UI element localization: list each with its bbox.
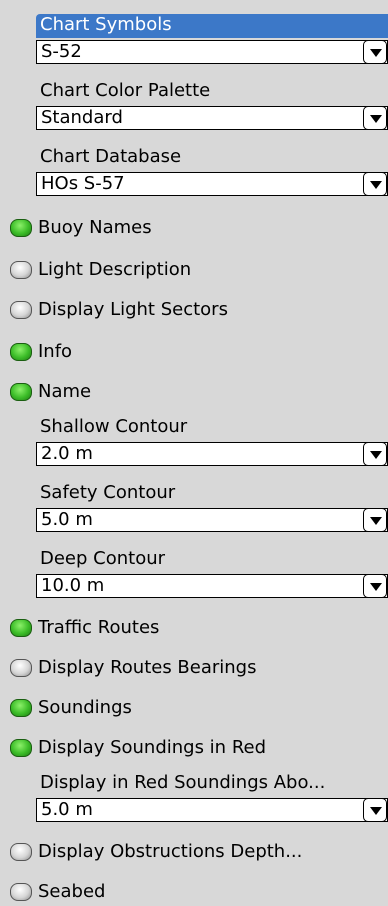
seabed-toggle[interactable]: Seabed xyxy=(0,878,388,906)
chart-database-dropdown[interactable]: HOs S-57 xyxy=(36,172,388,196)
red-soundings-above-dropdown[interactable]: 5.0 m xyxy=(36,798,388,822)
chart-color-palette-value: Standard xyxy=(41,107,123,128)
chart-color-palette-dropdown[interactable]: Standard xyxy=(36,106,388,130)
led-on-icon[interactable] xyxy=(10,619,32,637)
chevron-down-icon[interactable] xyxy=(363,442,387,466)
led-off-icon[interactable] xyxy=(10,883,32,901)
traffic-routes-toggle[interactable]: Traffic Routes xyxy=(0,614,388,642)
deep-contour-label: Deep Contour xyxy=(40,548,166,569)
shallow-contour-label: Shallow Contour xyxy=(40,416,188,437)
chevron-down-icon[interactable] xyxy=(363,574,387,598)
led-off-icon[interactable] xyxy=(10,659,32,677)
chart-database-value: HOs S-57 xyxy=(41,173,125,194)
red-soundings-above-value: 5.0 m xyxy=(41,799,93,820)
chevron-down-icon[interactable] xyxy=(363,508,387,532)
chart-color-palette-label: Chart Color Palette xyxy=(40,80,211,101)
soundings-toggle[interactable]: Soundings xyxy=(0,694,388,722)
info-toggle[interactable]: Info xyxy=(0,338,388,366)
name-label: Name xyxy=(38,381,92,402)
chevron-down-icon[interactable] xyxy=(363,172,387,196)
safety-contour-value: 5.0 m xyxy=(41,509,93,530)
name-toggle[interactable]: Name xyxy=(0,378,388,406)
safety-contour-dropdown[interactable]: 5.0 m xyxy=(36,508,388,532)
display-light-sectors-toggle[interactable]: Display Light Sectors xyxy=(0,296,388,324)
display-routes-bearings-toggle[interactable]: Display Routes Bearings xyxy=(0,654,388,682)
light-description-toggle[interactable]: Light Description xyxy=(0,256,388,284)
led-on-icon[interactable] xyxy=(10,343,32,361)
red-soundings-above-label: Display in Red Soundings Abo... xyxy=(40,772,326,793)
led-on-icon[interactable] xyxy=(10,383,32,401)
deep-contour-value: 10.0 m xyxy=(41,575,105,596)
display-obstructions-depth-label: Display Obstructions Depth... xyxy=(38,841,303,862)
led-off-icon[interactable] xyxy=(10,843,32,861)
chevron-down-icon[interactable] xyxy=(363,106,387,130)
chart-symbols-label: Chart Symbols xyxy=(36,14,388,38)
deep-contour-dropdown[interactable]: 10.0 m xyxy=(36,574,388,598)
soundings-label: Soundings xyxy=(38,697,132,718)
chevron-down-icon[interactable] xyxy=(363,798,387,822)
chart-symbols-dropdown[interactable]: S-52 xyxy=(36,40,388,64)
chart-database-label: Chart Database xyxy=(40,146,182,167)
led-on-icon[interactable] xyxy=(10,219,32,237)
led-off-icon[interactable] xyxy=(10,261,32,279)
seabed-label: Seabed xyxy=(38,881,106,902)
chart-settings-panel: Chart Symbols S-52 Chart Color Palette S… xyxy=(0,0,388,902)
traffic-routes-label: Traffic Routes xyxy=(38,617,160,638)
led-off-icon[interactable] xyxy=(10,301,32,319)
display-light-sectors-label: Display Light Sectors xyxy=(38,299,228,320)
chart-symbols-value: S-52 xyxy=(41,41,82,62)
display-soundings-in-red-toggle[interactable]: Display Soundings in Red xyxy=(0,734,388,762)
buoy-names-label: Buoy Names xyxy=(38,217,152,238)
display-soundings-in-red-label: Display Soundings in Red xyxy=(38,737,267,758)
chevron-down-icon[interactable] xyxy=(363,40,387,64)
led-on-icon[interactable] xyxy=(10,739,32,757)
shallow-contour-dropdown[interactable]: 2.0 m xyxy=(36,442,388,466)
safety-contour-label: Safety Contour xyxy=(40,482,176,503)
display-routes-bearings-label: Display Routes Bearings xyxy=(38,657,257,678)
buoy-names-toggle[interactable]: Buoy Names xyxy=(0,214,388,242)
info-label: Info xyxy=(38,341,73,362)
led-on-icon[interactable] xyxy=(10,699,32,717)
display-obstructions-depth-toggle[interactable]: Display Obstructions Depth... xyxy=(0,838,388,866)
shallow-contour-value: 2.0 m xyxy=(41,443,93,464)
light-description-label: Light Description xyxy=(38,259,192,280)
